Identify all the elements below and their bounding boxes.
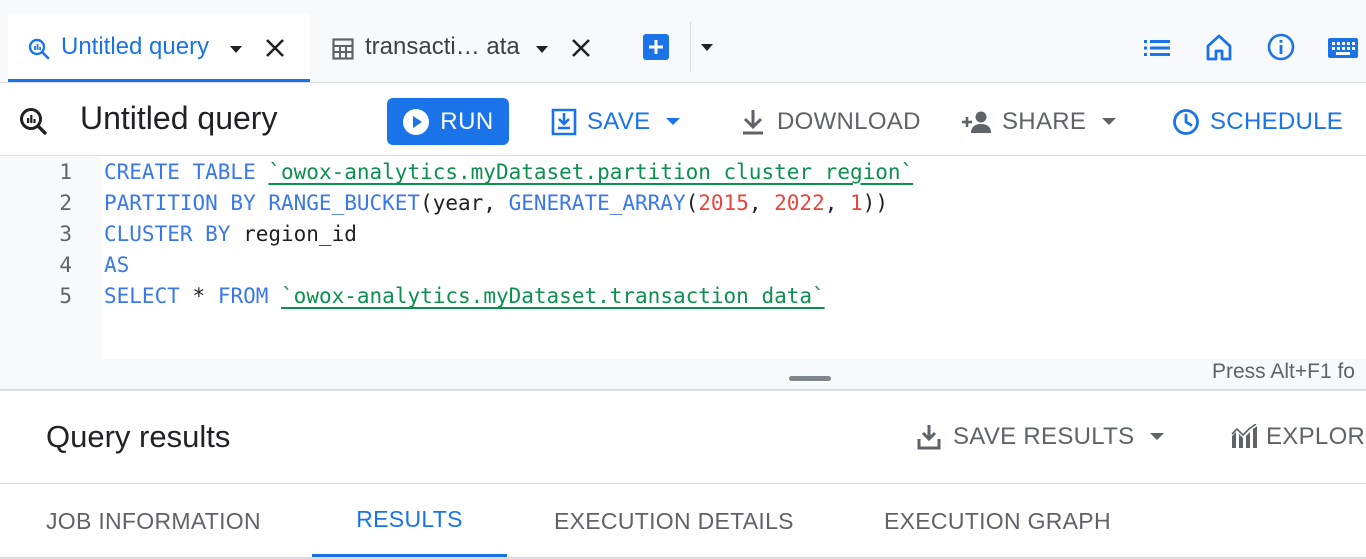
explore-label: EXPLORE xyxy=(1266,422,1366,450)
query-results-header: Query results SAVE RESULTS EXPLORE xyxy=(0,391,1366,484)
add-tab-icon[interactable] xyxy=(642,33,670,61)
save-menu-caret-icon[interactable] xyxy=(666,118,681,125)
code-token: PARTITION BY RANGE_BUCKET xyxy=(104,191,421,215)
save-label: SAVE xyxy=(587,107,651,135)
query-toolbar: Untitled query RUN SAVE DOWNLOAD SHARE S… xyxy=(0,84,1366,156)
save-results-button[interactable]: SAVE RESULTS xyxy=(917,413,1165,460)
code-token: AS xyxy=(104,253,130,277)
share-menu-caret-icon[interactable] xyxy=(1102,118,1117,125)
code-token: CLUSTER BY xyxy=(104,222,244,246)
code-line[interactable]: PARTITION BY RANGE_BUCKET(year, GENERATE… xyxy=(104,191,888,222)
results-tabs: JOB INFORMATION RESULTS EXECUTION DETAIL… xyxy=(0,485,1366,559)
play-icon xyxy=(402,108,430,136)
code-token: CREATE TABLE xyxy=(104,160,269,184)
code-line[interactable]: CREATE TABLE `owox-analytics.myDataset.p… xyxy=(104,160,913,191)
code-token: region_id xyxy=(243,222,357,246)
save-button[interactable]: SAVE xyxy=(551,98,681,145)
code-line[interactable]: SELECT * FROM `owox-analytics.myDataset.… xyxy=(104,284,825,315)
query-icon xyxy=(18,106,48,136)
tab-job-information[interactable]: JOB INFORMATION xyxy=(46,485,261,557)
run-label: RUN xyxy=(440,107,494,135)
tab-label: JOB INFORMATION xyxy=(46,507,261,534)
tab-label: RESULTS xyxy=(356,506,463,532)
code-token: , xyxy=(748,191,775,215)
save-results-caret-icon[interactable] xyxy=(1150,433,1165,440)
save-icon xyxy=(551,108,577,136)
more-tabs-caret-icon[interactable] xyxy=(701,44,713,51)
code-token: , xyxy=(824,191,851,215)
tab-execution-graph[interactable]: EXECUTION GRAPH xyxy=(884,485,1111,557)
download-label: DOWNLOAD xyxy=(777,107,921,135)
tab-menu-caret-icon[interactable] xyxy=(536,46,548,53)
line-number: 4 xyxy=(59,253,72,277)
share-button[interactable]: SHARE xyxy=(962,98,1117,145)
tab-label: EXECUTION DETAILS xyxy=(554,507,794,534)
code-token: `owox-analytics.myDataset.partition_clus… xyxy=(268,160,914,184)
line-number: 2 xyxy=(59,191,72,215)
tab-label: Untitled query xyxy=(61,33,210,60)
schedule-label: SCHEDULE xyxy=(1210,107,1344,135)
tab-results[interactable]: RESULTS xyxy=(312,485,507,557)
tab-execution-details[interactable]: EXECUTION DETAILS xyxy=(554,485,794,557)
query-icon xyxy=(26,36,52,62)
home-icon[interactable] xyxy=(1205,33,1233,61)
close-tab-icon[interactable] xyxy=(568,35,594,61)
schedule-button[interactable]: SCHEDULE xyxy=(1172,98,1343,145)
share-label: SHARE xyxy=(1002,107,1087,135)
code-token: FROM xyxy=(217,284,282,308)
code-token: ( xyxy=(685,191,699,215)
code-token: SELECT xyxy=(104,284,193,308)
tab-menu-caret-icon[interactable] xyxy=(230,46,242,53)
tab-transaction-data[interactable]: transacti… ata xyxy=(318,14,608,82)
tab-label: EXECUTION GRAPH xyxy=(884,507,1111,534)
clock-icon xyxy=(1172,108,1200,136)
chart-icon xyxy=(1230,423,1258,450)
run-button[interactable]: RUN xyxy=(387,98,509,145)
tab-untitled-query[interactable]: Untitled query xyxy=(8,14,310,82)
query-results-title: Query results xyxy=(46,419,231,454)
editor-resize-handle[interactable] xyxy=(789,376,831,381)
explore-data-button[interactable]: EXPLORE xyxy=(1230,413,1366,460)
list-icon[interactable] xyxy=(1143,34,1171,62)
sql-editor[interactable]: 1 2 3 4 5 CREATE TABLE `owox-analytics.m… xyxy=(0,157,1366,389)
add-person-icon xyxy=(962,109,994,135)
code-token: )) xyxy=(862,191,888,215)
divider xyxy=(690,22,691,72)
code-token: (year, xyxy=(420,191,509,215)
tab-label: transacti… ata xyxy=(365,33,520,60)
code-token: 2015 xyxy=(698,191,749,215)
download-button[interactable]: DOWNLOAD xyxy=(741,98,921,145)
code-line[interactable]: CLUSTER BY region_id xyxy=(104,222,357,253)
save-results-label: SAVE RESULTS xyxy=(953,422,1135,450)
close-tab-icon[interactable] xyxy=(262,35,288,61)
info-icon[interactable] xyxy=(1267,33,1295,61)
keyboard-icon[interactable] xyxy=(1327,35,1359,61)
code-token: 1 xyxy=(850,191,863,215)
accessibility-hint: Press Alt+F1 fo xyxy=(1212,360,1355,383)
code-token: * xyxy=(192,284,218,308)
line-number: 1 xyxy=(59,160,72,184)
code-token: GENERATE_ARRAY xyxy=(508,191,686,215)
line-number: 3 xyxy=(59,222,72,246)
download-icon xyxy=(741,108,765,136)
table-icon xyxy=(330,36,356,62)
page-title: Untitled query xyxy=(80,100,278,136)
code-line[interactable]: AS xyxy=(104,253,129,284)
editor-tab-bar: Untitled query transacti… ata xyxy=(0,0,1366,83)
code-token: 2022 xyxy=(774,191,825,215)
line-number: 5 xyxy=(59,284,72,308)
download-icon xyxy=(917,424,941,450)
code-token: `owox-analytics.myDataset.transaction_da… xyxy=(281,284,825,308)
